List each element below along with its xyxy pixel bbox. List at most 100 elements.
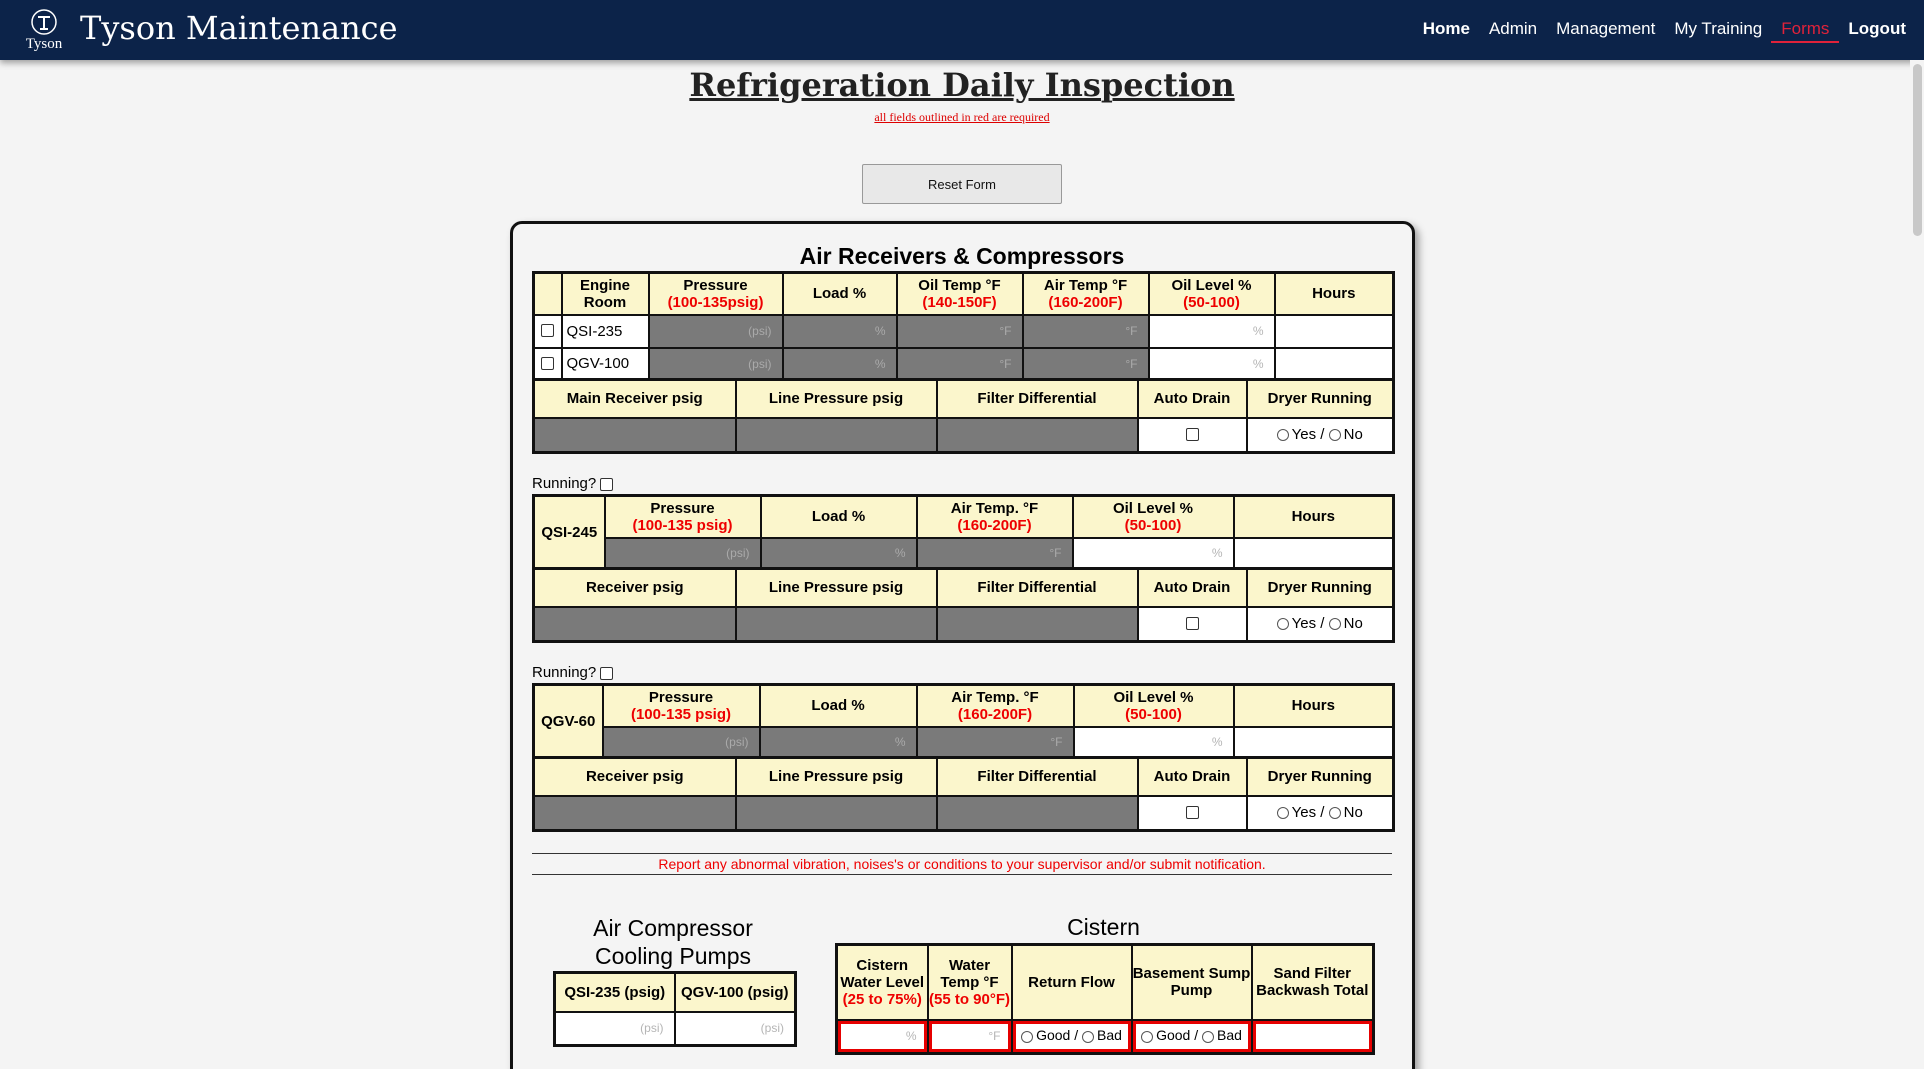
nav-forms[interactable]: Forms <box>1771 17 1840 43</box>
auto-drain-checkbox[interactable] <box>1185 806 1199 820</box>
engine-room-header: Engine Room <box>560 271 650 316</box>
oil-level-input[interactable]: % <box>1072 725 1235 759</box>
filter-differential-input[interactable] <box>935 794 1139 832</box>
cistern-level-label: Cistern Water Level <box>840 956 925 991</box>
unit-label: (psi) <box>760 1021 784 1036</box>
select-header <box>532 271 563 316</box>
bad-radio[interactable] <box>1082 1030 1094 1043</box>
cistern-title: Cistern <box>1067 914 1140 940</box>
nav-admin[interactable]: Admin <box>1489 17 1537 43</box>
receiver-input[interactable] <box>532 605 737 643</box>
cooling-pumps-title-line2: Cooling Pumps <box>595 943 751 969</box>
nav-my-training[interactable]: My Training <box>1674 17 1762 43</box>
pressure-input[interactable]: (psi) <box>647 346 784 382</box>
pressure-input[interactable]: (psi) <box>603 536 762 570</box>
unit-label: (psi) <box>725 734 749 749</box>
auto-drain-cell <box>1136 416 1248 454</box>
bad-radio[interactable] <box>1202 1030 1214 1043</box>
hours-input[interactable] <box>1232 725 1395 759</box>
row-checkbox-qgv-100[interactable] <box>541 357 555 371</box>
sand-filter-input[interactable] <box>1250 1018 1375 1055</box>
dryer-running-radios: Yes / No <box>1276 804 1363 821</box>
auto-drain-checkbox[interactable] <box>1185 617 1199 631</box>
bad-label: Bad <box>1097 1027 1122 1044</box>
nav-home[interactable]: Home <box>1423 17 1470 43</box>
cistern-level-input[interactable]: % <box>835 1018 929 1055</box>
load-input[interactable]: % <box>759 536 918 570</box>
pressure-input[interactable]: (psi) <box>647 313 784 349</box>
line-pressure-input[interactable] <box>734 794 938 832</box>
yes-radio[interactable] <box>1276 806 1289 819</box>
unit-label: (psi) <box>640 1021 664 1036</box>
air-temp-input[interactable]: °F <box>1021 346 1150 382</box>
hours-input[interactable] <box>1232 536 1395 570</box>
air-temp-header: Air Temp. °F (160-200F) <box>915 683 1075 728</box>
main-receiver-table: Main Receiver psig Line Pressure psig Fi… <box>532 378 1395 454</box>
pressure-label: Pressure <box>648 688 714 706</box>
dryer-running-header: Dryer Running <box>1245 756 1395 797</box>
oil-temp-input[interactable]: °F <box>895 346 1024 382</box>
filter-differential-input[interactable] <box>935 416 1139 454</box>
air-temp-input[interactable]: °F <box>915 536 1074 570</box>
qgv-100-psig-input[interactable]: (psi) <box>673 1010 797 1047</box>
air-temp-input[interactable]: °F <box>915 725 1075 759</box>
pressure-range: (100-135psig) <box>667 293 764 311</box>
load-input[interactable]: % <box>758 725 918 759</box>
main-receiver-input[interactable] <box>532 416 737 454</box>
hours-header: Hours <box>1232 494 1395 539</box>
hours-input[interactable] <box>1273 313 1395 349</box>
good-radio[interactable] <box>1021 1030 1034 1043</box>
qgv-60-receiver-table: Receiver psig Line Pressure psig Filter … <box>532 756 1395 832</box>
row-name: QGV-100 <box>560 346 650 382</box>
air-temp-input[interactable]: °F <box>1021 313 1150 349</box>
nav-links: Home Admin Management My Training Forms … <box>1423 17 1906 43</box>
reset-form-button[interactable]: Reset Form <box>862 164 1062 204</box>
no-radio[interactable] <box>1328 428 1341 441</box>
good-radio[interactable] <box>1141 1030 1154 1043</box>
cooling-pumps-table: QSI-235 (psig) QGV-100 (psig) (psi) (psi… <box>553 971 797 1047</box>
qsi-235-psig-input[interactable]: (psi) <box>553 1010 676 1047</box>
filter-differential-header: Filter Differential <box>935 756 1139 797</box>
unit-label: % <box>1252 324 1264 338</box>
unit-label: °F <box>1049 545 1062 560</box>
unit-label: (psi) <box>748 356 772 371</box>
pressure-label: Pressure <box>683 276 748 294</box>
oil-level-input[interactable]: % <box>1147 313 1276 349</box>
receiver-input[interactable] <box>532 794 737 832</box>
filter-differential-header: Filter Differential <box>935 567 1139 608</box>
oil-level-label: Oil Level % <box>1112 499 1194 517</box>
nav-logout[interactable]: Logout <box>1848 17 1906 43</box>
running-checkbox[interactable] <box>600 477 614 491</box>
yes-radio[interactable] <box>1276 617 1289 630</box>
filter-differential-input[interactable] <box>935 605 1139 643</box>
oil-level-input[interactable]: % <box>1071 536 1235 570</box>
line-pressure-header: Line Pressure psig <box>734 756 938 797</box>
load-input[interactable]: % <box>781 346 898 382</box>
oil-temp-range: (140-150F) <box>922 293 997 311</box>
load-input[interactable]: % <box>781 313 898 349</box>
auto-drain-header: Auto Drain <box>1136 378 1248 419</box>
nav-management[interactable]: Management <box>1556 17 1655 43</box>
line-pressure-input[interactable] <box>734 416 938 454</box>
yes-radio[interactable] <box>1276 428 1289 441</box>
air-temp-label: Air Temp °F <box>1043 276 1128 294</box>
pressure-input[interactable]: (psi) <box>601 725 761 759</box>
unit-label: °F <box>999 324 1012 338</box>
water-temp-input[interactable]: °F <box>926 1018 1013 1055</box>
good-label: Good / <box>1156 1027 1199 1044</box>
line-pressure-input[interactable] <box>734 605 938 643</box>
page-title: Refrigeration Daily Inspection <box>689 66 1235 104</box>
unit-label: (psi) <box>748 324 772 338</box>
load-header: Load % <box>781 271 898 316</box>
oil-temp-input[interactable]: °F <box>895 313 1024 349</box>
brand-title[interactable]: Tyson Maintenance <box>80 8 398 48</box>
running-checkbox[interactable] <box>600 666 614 680</box>
logo-text: Tyson <box>25 36 63 52</box>
row-checkbox-qsi-235[interactable] <box>541 324 555 338</box>
auto-drain-checkbox[interactable] <box>1185 428 1199 442</box>
tyson-logo[interactable]: Tyson <box>20 6 68 54</box>
no-radio[interactable] <box>1328 806 1341 819</box>
hours-input[interactable] <box>1273 346 1395 382</box>
no-radio[interactable] <box>1328 617 1341 630</box>
oil-level-input[interactable]: % <box>1147 346 1276 382</box>
